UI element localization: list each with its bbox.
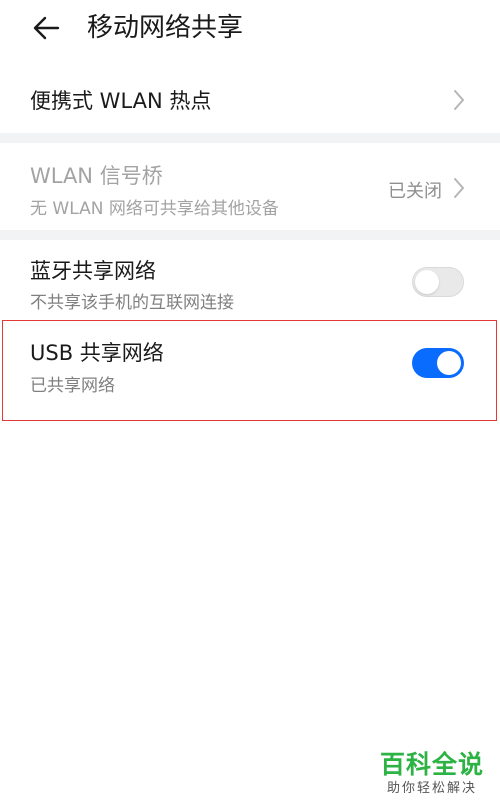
back-arrow-icon: [33, 16, 60, 40]
bluetooth-tethering-title: 蓝牙共享网络: [30, 259, 156, 283]
section-divider: [0, 133, 500, 143]
wlan-bridge-subtitle: 无 WLAN 网络可共享给其他设备: [30, 199, 279, 219]
bluetooth-tethering-toggle[interactable]: [412, 267, 464, 297]
header: 移动网络共享: [0, 0, 500, 58]
bluetooth-tethering-subtitle: 不共享该手机的互联网连接: [30, 293, 234, 313]
watermark: 百科全说 助你轻松解决: [380, 750, 484, 798]
page-title: 移动网络共享: [87, 13, 244, 43]
wlan-bridge-status: 已关闭: [388, 181, 442, 202]
back-button[interactable]: [28, 10, 64, 46]
chevron-right-icon: [454, 90, 464, 110]
highlight-box: [2, 320, 497, 421]
hotspot-title: 便携式 WLAN 热点: [30, 89, 212, 113]
hotspot-row[interactable]: 便携式 WLAN 热点: [0, 58, 500, 132]
wlan-bridge-title: WLAN 信号桥: [30, 164, 163, 188]
section-divider: [0, 230, 500, 240]
chevron-right-icon: [454, 178, 464, 198]
screen: 移动网络共享 便携式 WLAN 热点 WLAN 信号桥 无 WLAN 网络可共享…: [0, 0, 500, 808]
toggle-knob: [415, 270, 439, 294]
watermark-subtitle: 助你轻松解决: [386, 781, 477, 796]
wlan-bridge-row[interactable]: WLAN 信号桥 无 WLAN 网络可共享给其他设备 已关闭: [0, 143, 500, 230]
watermark-title: 百科全说: [379, 750, 484, 779]
bluetooth-tethering-row[interactable]: 蓝牙共享网络 不共享该手机的互联网连接: [0, 240, 500, 320]
